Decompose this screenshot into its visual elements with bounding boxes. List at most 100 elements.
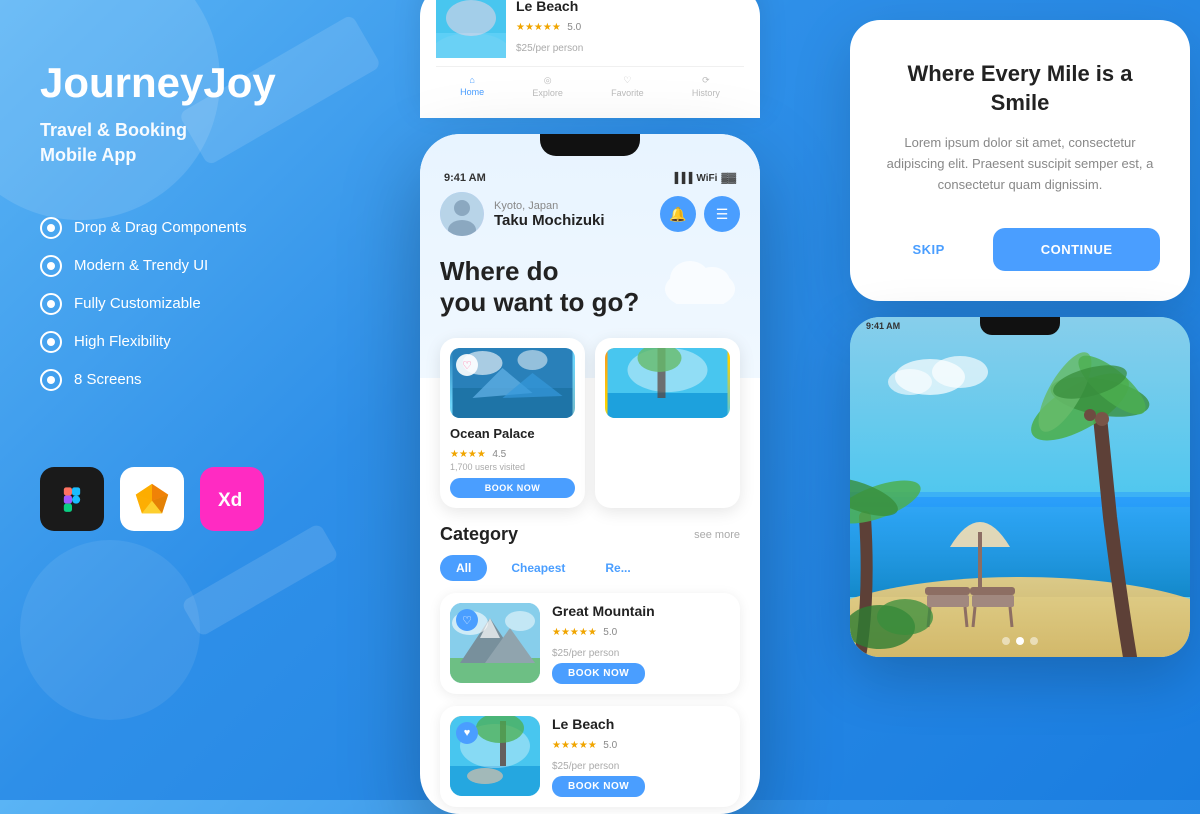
great-mountain-info: Great Mountain ★★★★★ 5.0 $25/per person … [552,603,730,684]
feature-icon-2 [40,255,62,277]
center-panel: Le Beach ★★★★★ 5.0 $25/per person ⌂ Home… [340,0,840,800]
dot-1 [1002,637,1010,645]
partial-bottom-nav: ⌂ Home ◎ Explore ♡ Favorite ⟳ History [436,66,744,102]
features-list: Drop & Drag Components Modern & Trendy U… [40,217,300,407]
beach-phone-notch [980,317,1060,335]
ocean-palace-visited: 1,700 users visited [450,462,575,472]
dot-2 [1016,637,1024,645]
partial-listing-name: Le Beach [516,0,744,14]
ocean-palace-stars-row: ★★★★ 4.5 [450,444,575,462]
partial-listing-stars: ★★★★★ [516,22,561,33]
menu-button[interactable]: ☰ [704,196,740,232]
partial-nav-favorite[interactable]: ♡ Favorite [611,75,644,98]
wifi-icon: WiFi [696,173,717,184]
partial-nav-explore[interactable]: ◎ Explore [532,75,563,98]
le-beach-info: Le Beach ★★★★★ 5.0 $25/per person BOOK N… [552,716,730,797]
category-title: Category [440,524,518,545]
tab-recommended[interactable]: Re... [589,555,646,581]
tab-all[interactable]: All [440,555,487,581]
ocean-palace-card[interactable]: ♡ Ocean Palace ★★★★ 4.5 1,700 users visi… [440,338,585,508]
category-section: Category see more All Cheapest Re... [420,524,760,581]
user-name: Taku Mochizuki [494,212,605,229]
onboarding-title: Where Every Mile is a Smile [880,60,1160,117]
tab-cheapest[interactable]: Cheapest [495,555,581,581]
tool-icons: Xd [40,467,300,531]
great-mountain-price-unit: /per person [569,648,620,659]
home-icon: ⌂ [469,75,474,85]
dot-3 [1030,637,1038,645]
onboarding-description: Lorem ipsum dolor sit amet, consectetur … [880,133,1160,195]
onboarding-card: Where Every Mile is a Smile Lorem ipsum … [850,20,1190,301]
phone-notch [540,134,640,156]
top-partial-card: Le Beach ★★★★★ 5.0 $25/per person ⌂ Home… [420,0,760,118]
partial-beach-image [436,0,506,58]
user-info: Kyoto, Japan Taku Mochizuki [440,192,605,236]
partial-nav-home[interactable]: ⌂ Home [460,75,484,98]
brand-title: JourneyJoy [40,60,300,106]
great-mountain-stars: ★★★★★ [552,627,597,638]
brand-subtitle: Travel & Booking Mobile App [40,118,300,168]
le-beach-rating: 5.0 [603,740,617,751]
ocean-palace-image: ♡ [450,348,575,418]
figma-icon [40,467,104,531]
ocean-palace-name: Ocean Palace [450,426,575,441]
le-beach-book-button[interactable]: BOOK NOW [552,776,645,797]
beach-scene-svg [850,317,1190,657]
second-dest-card[interactable] [595,338,740,508]
header-actions: 🔔 ☰ [660,196,740,232]
second-dest-image [605,348,730,418]
notification-button[interactable]: 🔔 [660,196,696,232]
svg-text:Xd: Xd [218,490,242,511]
continue-button[interactable]: CONTINUE [993,228,1160,271]
user-row: Kyoto, Japan Taku Mochizuki 🔔 ☰ [440,192,740,236]
beach-photo-phone: 9:41 AM [850,317,1190,657]
left-panel: JourneyJoy Travel & Booking Mobile App D… [0,0,340,800]
partial-listing-price: $25/per person [516,39,744,54]
le-beach-price-unit: /per person [569,761,620,772]
feature-icon-5 [40,369,62,391]
ocean-palace-rating: 4.5 [492,449,506,460]
see-more-link[interactable]: see more [694,529,740,541]
xd-icon: Xd [200,467,264,531]
cloud-decoration [660,254,740,309]
status-time: 9:41 AM [444,172,486,184]
feature-icon-1 [40,217,62,239]
category-tabs: All Cheapest Re... [440,555,740,581]
great-mountain-price: $25/per person [552,644,730,659]
feature-icon-3 [40,293,62,315]
le-beach-name: Le Beach [552,716,730,732]
main-phone: 9:41 AM ▐▐▐ WiFi ▓▓ [420,134,760,814]
feature-3: Fully Customizable [40,293,300,315]
great-mountain-rating: 5.0 [603,627,617,638]
le-beach-card[interactable]: ♥ Le Beach ★★★★★ 5.0 $25/per person BOOK… [440,706,740,807]
history-icon: ⟳ [702,75,710,86]
feature-4: High Flexibility [40,331,300,353]
favorite-icon: ♡ [623,75,631,86]
user-location: Kyoto, Japan [494,200,605,212]
right-panel: Where Every Mile is a Smile Lorem ipsum … [840,0,1200,800]
partial-listing-info: Le Beach ★★★★★ 5.0 $25/per person [516,0,744,58]
category-header: Category see more [440,524,740,545]
le-beach-stars-row: ★★★★★ 5.0 [552,735,730,753]
feature-2: Modern & Trendy UI [40,255,300,277]
avatar [440,192,484,236]
ocean-palace-book-button[interactable]: BOOK NOW [450,478,575,498]
beach-dots [1002,637,1038,645]
sketch-icon [120,467,184,531]
great-mountain-book-button[interactable]: BOOK NOW [552,663,645,684]
ocean-palace-stars: ★★★★ [450,449,486,460]
skip-button[interactable]: SKIP [880,228,977,271]
great-mountain-card[interactable]: ♡ Great Mountain ★★★★★ 5.0 $25/per perso… [440,593,740,694]
feature-5: 8 Screens [40,369,300,391]
great-mountain-image: ♡ [450,603,540,683]
partial-listing-rating: 5.0 [567,22,581,33]
le-beach-price: $25/per person [552,757,730,772]
partial-price-unit: /per person [533,43,584,54]
le-beach-image: ♥ [450,716,540,796]
destination-cards-row: ♡ Ocean Palace ★★★★ 4.5 1,700 users visi… [420,338,760,508]
feature-icon-4 [40,331,62,353]
le-beach-stars: ★★★★★ [552,740,597,751]
feature-1: Drop & Drag Components [40,217,300,239]
status-bar: 9:41 AM ▐▐▐ WiFi ▓▓ [440,172,740,192]
partial-nav-history[interactable]: ⟳ History [692,75,720,98]
